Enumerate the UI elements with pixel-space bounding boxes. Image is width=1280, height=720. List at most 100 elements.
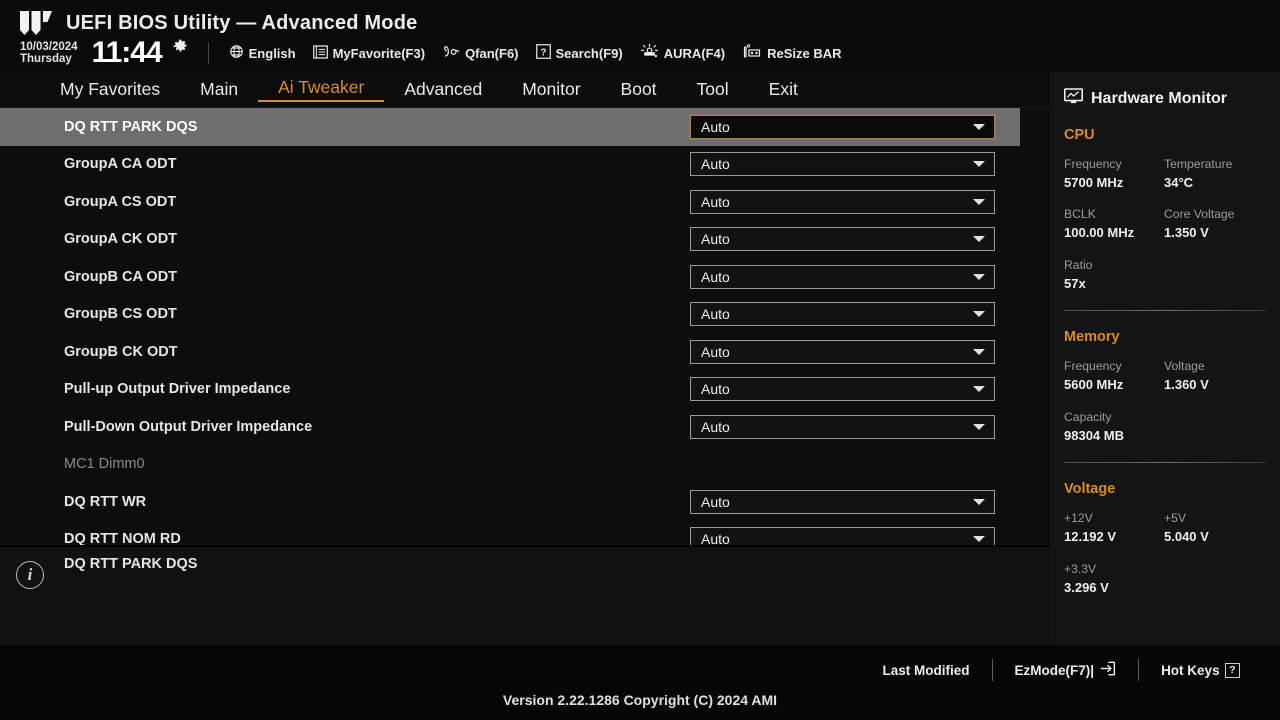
hwm-entry: Frequency 5700 MHz [1064,155,1164,191]
settings-row-label: Pull-up Output Driver Impedance [64,381,291,398]
resize-bar-button[interactable]: ReSize BAR [742,44,842,62]
hwm-entry-value: 1.360 V [1164,377,1209,393]
nav-item-ai-tweaker[interactable]: Ai Tweaker [258,77,385,102]
nav-item-monitor[interactable]: Monitor [502,79,600,100]
chevron-down-icon [973,423,985,430]
date-display: 10/03/2024 Thursday [20,41,78,65]
settings-dropdown-value: Auto [701,418,730,435]
settings-row[interactable]: GroupB CA ODT Auto [0,258,1050,296]
last-modified-button[interactable]: Last Modified [861,663,992,678]
hwm-entry-value: 5600 MHz [1064,377,1124,393]
settings-dropdown[interactable]: Auto [690,114,995,139]
header-divider [207,42,209,64]
nav-item-main[interactable]: Main [180,79,258,100]
settings-row[interactable]: GroupB CS ODT Auto [0,296,1050,334]
hwm-entry-key: +12V [1064,511,1093,526]
settings-row[interactable]: DQ RTT NOM RD Auto [0,521,1050,545]
hwm-entry-value: 5.040 V [1164,529,1209,545]
settings-row[interactable]: GroupB CK ODT Auto [0,333,1050,371]
header-info-row: 10/03/2024 Thursday 11:44 English MyFavo… [20,38,842,68]
hotkeys-button[interactable]: Hot Keys ? [1139,662,1262,678]
settings-dropdown[interactable]: Auto [690,264,995,289]
chevron-down-icon [973,236,985,243]
settings-dropdown[interactable]: Auto [690,189,995,214]
settings-dropdown-value: Auto [701,156,730,173]
settings-dropdown[interactable]: Auto [690,339,995,364]
info-icon: i [16,561,44,589]
language-button[interactable]: English [229,44,296,62]
fan-icon [442,44,460,62]
settings-row[interactable]: Pull-up Output Driver Impedance Auto [0,371,1050,409]
settings-row[interactable]: GroupA CA ODT Auto [0,146,1050,184]
monitor-icon [1063,88,1084,109]
myfavorite-button[interactable]: MyFavorite(F3) [312,44,426,62]
hwm-entry: Core Voltage 1.350 V [1164,205,1264,241]
hwm-entry-key: Frequency [1064,157,1122,171]
header-actions: English MyFavorite(F3) Qfan(F6) ? Search… [229,43,842,62]
settings-row-label: MC1 Dimm0 [64,456,145,473]
qfan-button[interactable]: Qfan(F6) [442,44,519,62]
hwm-entry-key: +5V [1164,511,1187,526]
myfavorite-label: MyFavorite(F3) [332,45,426,61]
hwm-entry-value: 5700 MHz [1064,174,1124,190]
nav-item-advanced[interactable]: Advanced [384,79,502,100]
nav-item-exit[interactable]: Exit [749,79,818,100]
nav-item-boot[interactable]: Boot [601,79,677,100]
hwm-entry: +3.3V 3.296 V [1064,560,1164,596]
nav-item-my-favorites[interactable]: My Favorites [40,79,180,100]
settings-row[interactable]: DQ RTT PARK DQS Auto [0,108,1020,146]
settings-dropdown-value: Auto [701,343,730,360]
settings-row[interactable]: DQ RTT WR Auto [0,483,1050,521]
help-panel: i DQ RTT PARK DQS [0,547,1050,645]
hwm-entry-key: Ratio [1064,257,1093,272]
version-text: Version 2.22.1286 Copyright (C) 2024 AMI [502,692,778,708]
aura-button[interactable]: AURA(F4) [640,43,725,62]
chevron-down-icon [973,348,985,355]
weekday-text: Thursday [20,53,72,65]
date-text: 10/03/2024 [20,40,78,53]
gear-icon[interactable] [173,39,188,54]
settings-dropdown[interactable]: Auto [690,227,995,252]
clock-text: 11:44 [91,36,163,69]
settings-row-label: GroupA CA ODT [64,156,177,173]
hwm-section-title-cpu: CPU [1064,127,1095,143]
hwm-entry-key: +3.3V [1064,561,1097,576]
hwm-entry-value: 98304 MB [1064,427,1124,443]
hwm-entry-key: Voltage [1164,359,1205,374]
settings-dropdown[interactable]: Auto [690,302,995,327]
settings-dropdown[interactable]: Auto [690,152,995,177]
hwm-entry-value: 34°C [1164,174,1194,190]
main-nav: My Favorites Main Ai Tweaker Advanced Monito… [0,72,1050,108]
settings-dropdown[interactable]: Auto [690,377,995,402]
settings-dropdown-value: Auto [701,493,730,510]
hwm-entry-value: 57x [1064,275,1086,291]
last-modified-label: Last Modified [882,662,970,678]
settings-dropdown[interactable]: Auto [690,414,995,439]
settings-scrollbar-track[interactable] [1030,110,1035,540]
resize-bar-icon [742,44,762,62]
nav-item-tool[interactable]: Tool [677,79,749,100]
tuf-shield-logo-icon [18,10,54,36]
chevron-down-icon [973,273,985,280]
ezmode-label: EzMode(F7)| [1014,662,1095,678]
settings-dropdown-value: Auto [701,531,730,545]
settings-row-label: GroupB CA ODT [64,268,178,285]
settings-dropdown[interactable]: Auto [690,489,995,514]
settings-row[interactable]: GroupA CS ODT Auto [0,183,1050,221]
search-button[interactable]: ? Search(F9) [535,44,623,62]
settings-row-label: DQ RTT NOM RD [64,531,181,545]
qfan-label: Qfan(F6) [465,45,519,61]
settings-dropdown[interactable]: Auto [690,527,995,545]
resize-bar-label: ReSize BAR [767,45,842,61]
chevron-down-icon [973,536,985,543]
question-box-icon: ? [535,44,551,62]
settings-row[interactable]: GroupA CK ODT Auto [0,221,1050,259]
hwm-entry-key: Frequency [1064,359,1122,374]
settings-dropdown-value: Auto [701,193,730,210]
hwm-entry-value: 1.350 V [1164,225,1209,241]
hwm-entry: Temperature 34°C [1164,155,1264,191]
chevron-down-icon [973,198,985,205]
ezmode-button[interactable]: EzMode(F7)| [993,661,1139,679]
settings-row[interactable]: Pull-Down Output Driver Impedance Auto [0,408,1050,446]
hwm-entry: BCLK 100.00 MHz [1064,205,1164,241]
